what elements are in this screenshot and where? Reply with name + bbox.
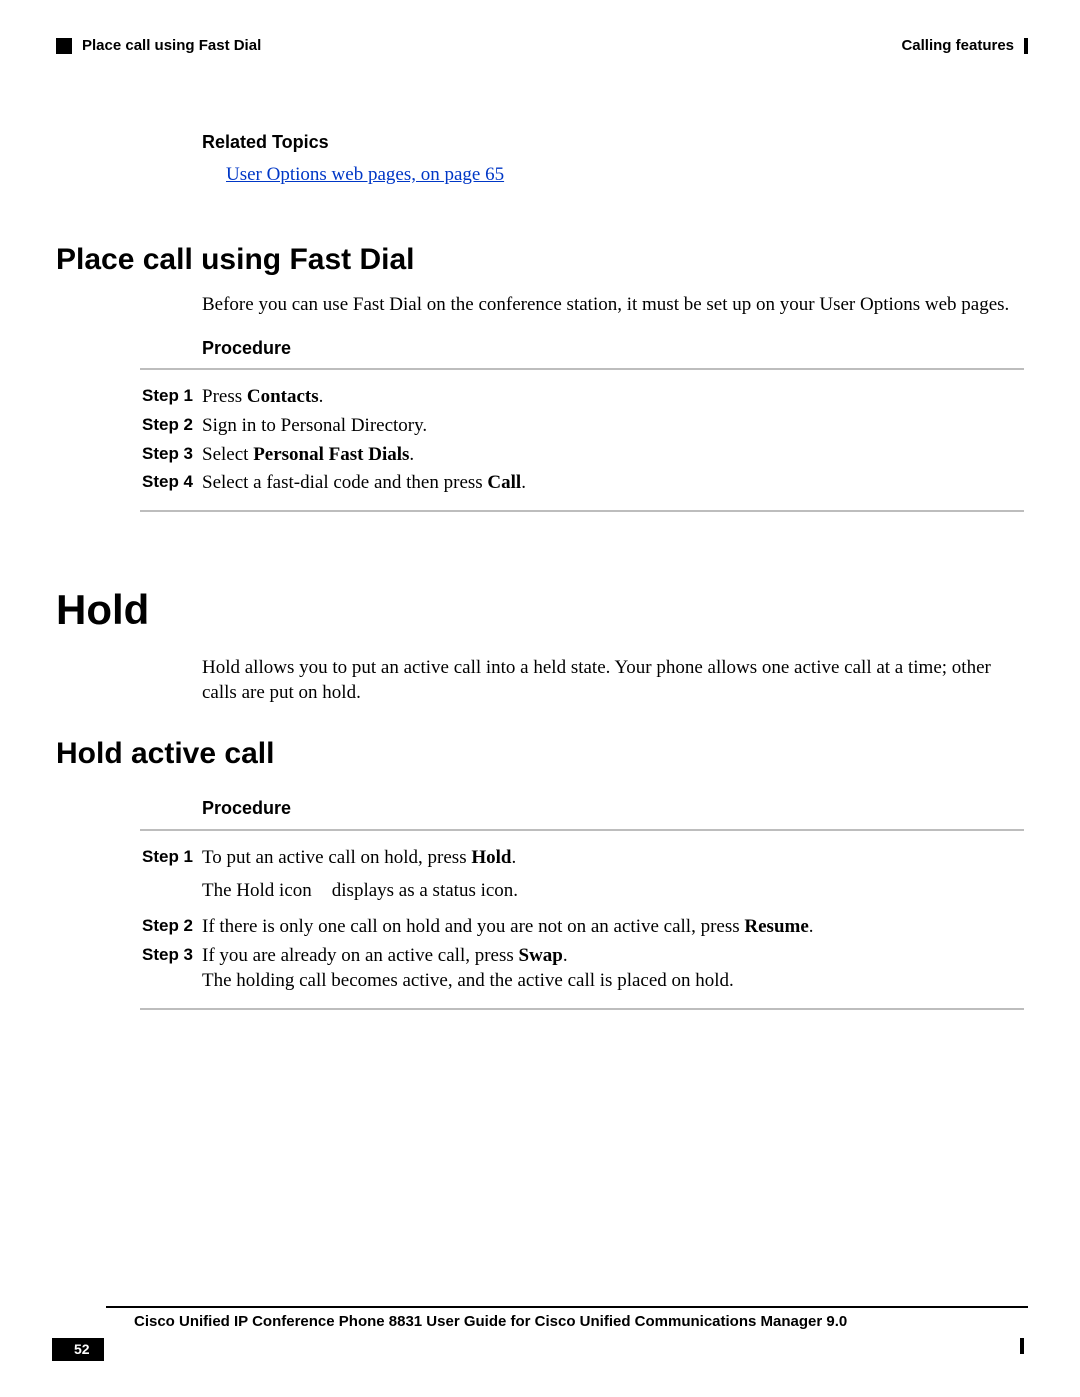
step-text: . xyxy=(563,945,568,966)
section-title-hold-active: Hold active call xyxy=(56,734,1024,775)
fast-dial-steps: Step 1 Press Contacts. Step 2 Sign in to… xyxy=(142,384,1024,496)
bar-icon xyxy=(1020,1338,1024,1354)
step-text: . xyxy=(409,444,414,465)
step-body: If there is only one call on hold and yo… xyxy=(202,914,1024,940)
step-label: Step 3 xyxy=(142,442,202,466)
step-bold: Resume xyxy=(744,916,808,937)
section-title-fast-dial: Place call using Fast Dial xyxy=(56,240,1024,281)
step-row: Step 1 To put an active call on hold, pr… xyxy=(142,845,1024,904)
related-topics-heading: Related Topics xyxy=(202,130,1024,154)
step-text: The Hold icon xyxy=(202,880,312,901)
step-text: Select xyxy=(202,444,253,465)
step-text: If there is only one call on hold and yo… xyxy=(202,916,744,937)
page-header: Place call using Fast Dial Calling featu… xyxy=(52,36,1028,56)
divider xyxy=(140,510,1024,512)
step-text: . xyxy=(809,916,814,937)
step-row: Step 2 If there is only one call on hold… xyxy=(142,914,1024,940)
step-row: Step 3 If you are already on an active c… xyxy=(142,943,1024,994)
fast-dial-intro: Before you can use Fast Dial on the conf… xyxy=(202,292,1024,318)
footer-divider xyxy=(106,1306,1028,1308)
step-text: To put an active call on hold, press xyxy=(202,847,471,868)
procedure-heading-2: Procedure xyxy=(202,796,1024,820)
step-row: Step 1 Press Contacts. xyxy=(142,384,1024,410)
step-text: Press xyxy=(202,386,247,407)
bar-icon xyxy=(1024,38,1028,54)
page-number: 52 xyxy=(52,1338,104,1361)
step-body: To put an active call on hold, press Hol… xyxy=(202,845,1024,904)
step-bold: Hold xyxy=(471,847,511,868)
section-title-hold: Hold xyxy=(56,582,1024,639)
header-chapter-title: Calling features xyxy=(901,36,1014,56)
step-bold: Contacts xyxy=(247,386,319,407)
step-label: Step 2 xyxy=(142,413,202,437)
header-section-title: Place call using Fast Dial xyxy=(82,36,261,56)
header-left: Place call using Fast Dial xyxy=(52,36,261,56)
step-label: Step 3 xyxy=(142,943,202,967)
step-body: Press Contacts. xyxy=(202,384,1024,410)
step-text: . xyxy=(521,472,526,493)
step-text: . xyxy=(319,386,324,407)
step-text: If you are already on an active call, pr… xyxy=(202,945,519,966)
step-bold: Call xyxy=(487,472,521,493)
step-body: Select Personal Fast Dials. xyxy=(202,442,1024,468)
divider xyxy=(140,829,1024,831)
step-row: Step 4 Select a fast-dial code and then … xyxy=(142,470,1024,496)
page-content: Related Topics User Options web pages, o… xyxy=(56,130,1024,1010)
step-label: Step 4 xyxy=(142,470,202,494)
hold-steps: Step 1 To put an active call on hold, pr… xyxy=(142,845,1024,994)
footer-page-row: 52 xyxy=(52,1338,1028,1361)
step-text: . xyxy=(511,847,516,868)
step-row: Step 3 Select Personal Fast Dials. xyxy=(142,442,1024,468)
step-text: displays as a status icon. xyxy=(332,880,518,901)
step-text: Select a fast-dial code and then press xyxy=(202,472,487,493)
step-body: Sign in to Personal Directory. xyxy=(202,413,1024,439)
step-body: If you are already on an active call, pr… xyxy=(202,943,1024,994)
divider xyxy=(140,1008,1024,1010)
step-text: The holding call becomes active, and the… xyxy=(202,968,1024,994)
divider xyxy=(140,368,1024,370)
page-footer: Cisco Unified IP Conference Phone 8831 U… xyxy=(52,1306,1028,1361)
procedure-heading-1: Procedure xyxy=(202,336,1024,360)
step-bold: Swap xyxy=(519,945,563,966)
step-row: Step 2 Sign in to Personal Directory. xyxy=(142,413,1024,439)
square-icon xyxy=(56,38,72,54)
step-label: Step 1 xyxy=(142,384,202,408)
header-right: Calling features xyxy=(901,36,1028,56)
step-bold: Personal Fast Dials xyxy=(253,444,409,465)
step-text: Sign in to Personal Directory. xyxy=(202,415,427,436)
step-label: Step 1 xyxy=(142,845,202,869)
hold-intro: Hold allows you to put an active call in… xyxy=(202,655,1024,706)
footer-title: Cisco Unified IP Conference Phone 8831 U… xyxy=(134,1312,1028,1332)
step-body: Select a fast-dial code and then press C… xyxy=(202,470,1024,496)
step-label: Step 2 xyxy=(142,914,202,938)
related-topics-link[interactable]: User Options web pages, on page 65 xyxy=(226,162,504,188)
